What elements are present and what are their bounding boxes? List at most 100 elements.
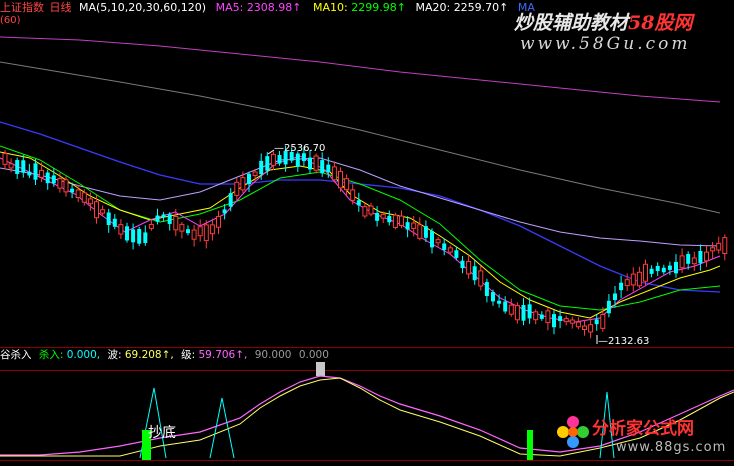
indicator-line1-value: 0.000, xyxy=(66,349,101,361)
candle-body xyxy=(87,198,93,205)
ma60-line xyxy=(0,121,721,293)
candle-body xyxy=(533,311,539,321)
candle-body xyxy=(247,173,251,185)
candle-body xyxy=(338,170,343,189)
ma5-value: 2308.98↑ xyxy=(246,1,302,14)
period-label[interactable]: 日线 xyxy=(50,1,72,14)
candle-body xyxy=(375,212,380,221)
candle-body xyxy=(423,226,428,238)
candle-body xyxy=(265,156,270,171)
ma10-label: MA10: xyxy=(313,1,348,14)
candle-body xyxy=(326,164,331,173)
index-name[interactable]: 上证指数 xyxy=(0,1,44,14)
candle-body xyxy=(186,229,190,234)
candle-body xyxy=(368,205,374,215)
candle-body xyxy=(2,152,8,165)
candle-body xyxy=(387,215,392,223)
candle-body xyxy=(710,247,716,252)
left-partial-label: (60) xyxy=(0,15,21,26)
candle-body xyxy=(51,175,56,184)
candle-body xyxy=(81,192,87,203)
indicator-line2-value: 69.208↑, xyxy=(124,349,174,361)
top-watermark-url: www.58Gu.com xyxy=(520,34,691,54)
candle-body xyxy=(356,200,361,206)
candle-body xyxy=(21,160,26,173)
top-watermark-brand: 58股网 xyxy=(628,12,693,34)
candle-body xyxy=(277,154,282,164)
candle-body xyxy=(8,163,14,169)
candle-body xyxy=(313,155,319,171)
candle-body xyxy=(270,153,276,166)
candle-body xyxy=(435,239,441,244)
top-watermark-text: 炒股辅助教材 xyxy=(514,12,629,34)
candle-body xyxy=(558,316,563,322)
indicator-name[interactable]: 谷杀入 xyxy=(0,349,32,361)
candle-body xyxy=(521,305,526,321)
candle-body xyxy=(722,237,728,255)
indicator-line4-value: 90.000 xyxy=(254,349,292,361)
ma20-line xyxy=(0,145,721,311)
candle-body xyxy=(442,243,447,251)
candle-body xyxy=(491,292,495,302)
chart-canvas[interactable] xyxy=(0,0,734,466)
candle-body xyxy=(259,160,264,175)
bottom-watermark-title: 分析家公式网 xyxy=(592,419,694,439)
candle-body xyxy=(514,305,520,321)
candle-body xyxy=(173,215,179,231)
candle-body xyxy=(167,214,172,224)
indicator-header: 谷杀入 杀入: 0.000, 波: 69.208↑, 级: 59.706↑, 9… xyxy=(0,348,329,362)
candle-body xyxy=(362,206,368,217)
candle-body xyxy=(392,214,398,228)
candle-body xyxy=(112,218,117,227)
candle-body xyxy=(527,304,532,319)
candle-body xyxy=(698,250,703,264)
candle-body xyxy=(39,169,45,178)
candle-body xyxy=(545,310,551,324)
candle-body xyxy=(344,178,350,191)
candle-body xyxy=(588,324,594,333)
candlesticks[interactable] xyxy=(2,145,728,339)
candle-body xyxy=(331,166,337,181)
candle-body xyxy=(686,254,691,264)
candle-body xyxy=(228,193,233,207)
candle-body xyxy=(320,160,325,174)
candle-body xyxy=(630,273,636,286)
candle-body xyxy=(606,300,611,314)
candle-body xyxy=(600,314,606,329)
candle-body xyxy=(472,266,477,281)
candle-body xyxy=(649,268,654,274)
indicator-line3-value: 59.706↑, xyxy=(198,349,248,361)
buy-signal-bar-2 xyxy=(527,430,533,460)
candle-body xyxy=(100,209,106,214)
chart-header: 上证指数 日线 MA(5,10,20,30,60,120) MA5: 2308.… xyxy=(0,1,535,15)
candle-body xyxy=(460,260,465,269)
candle-body xyxy=(539,314,544,319)
candle-body xyxy=(94,201,99,219)
indicator-line1-label: 杀入: xyxy=(38,349,64,361)
candle-body xyxy=(203,224,209,242)
candle-body xyxy=(308,157,312,170)
candle-body xyxy=(484,282,489,296)
candle-body xyxy=(33,163,38,180)
candle-body xyxy=(575,321,581,328)
candle-body xyxy=(155,215,160,222)
candle-body xyxy=(619,282,624,291)
candle-body xyxy=(234,181,240,196)
candle-body xyxy=(613,293,617,301)
candle-body xyxy=(70,188,75,193)
candle-body xyxy=(624,279,630,287)
ma-params: MA(5,10,20,30,60,120) xyxy=(79,1,207,14)
candle-body xyxy=(655,265,660,272)
candle-body xyxy=(209,224,215,235)
candle-body xyxy=(301,153,306,162)
candle-body xyxy=(118,224,124,235)
candle-body xyxy=(350,189,356,201)
indicator-line2-label: 波: xyxy=(107,349,122,361)
candle-body xyxy=(399,215,404,227)
candle-body xyxy=(161,214,166,218)
candle-body xyxy=(594,319,599,325)
candle-body xyxy=(667,265,672,270)
candle-body xyxy=(179,223,185,232)
candle-body xyxy=(57,178,63,189)
candle-body xyxy=(45,172,50,184)
